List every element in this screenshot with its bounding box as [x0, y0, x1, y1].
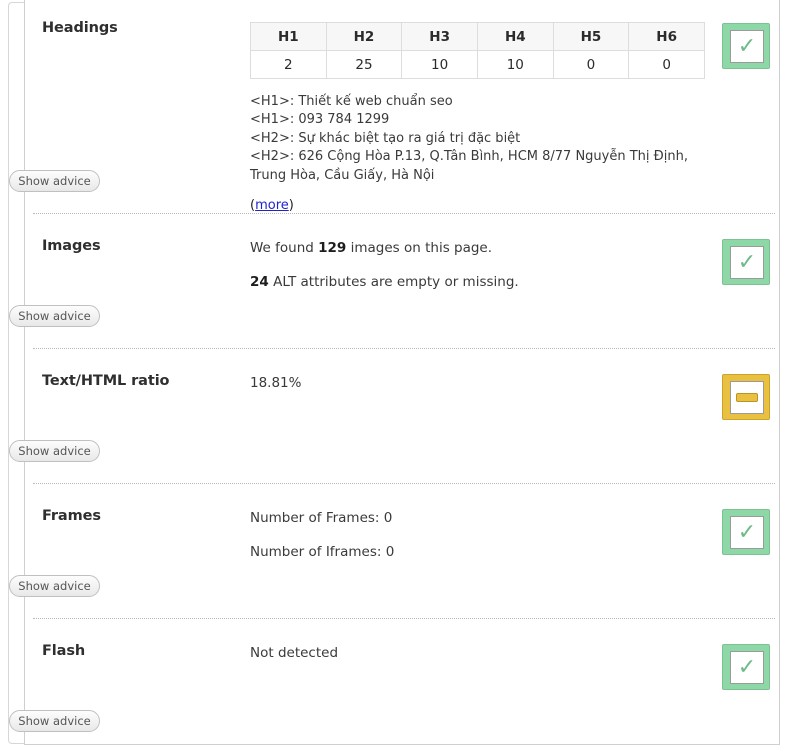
images-found-post: images on this page. [346, 240, 493, 256]
headings-count-table: H1 H2 H3 H4 H5 H6 2 25 10 10 0 0 [250, 22, 705, 79]
check-icon: ✓ [737, 249, 757, 275]
headings-detail-list-wrap: <H1>: Thiết kế web chuẩn seo <H1>: 093 7… [250, 93, 705, 213]
more-link[interactable]: more [255, 198, 289, 213]
seo-report-content: Headings H1 H2 H3 H4 H5 H6 2 25 10 10 0 … [0, 0, 797, 753]
images-alt-count: 24 [250, 274, 269, 291]
table-header-h3: H3 [401, 22, 478, 51]
table-value-row: 2 25 10 10 0 0 [250, 50, 705, 79]
status-inner-headings: ✓ [730, 30, 764, 63]
table-cell-h1: 2 [250, 50, 327, 79]
flash-value: Not detected [250, 645, 339, 661]
status-inner-images: ✓ [730, 246, 764, 279]
show-advice-button-text-html-ratio[interactable]: Show advice [9, 440, 100, 462]
status-badge-text-html-ratio [722, 374, 770, 420]
section-divider-2 [33, 348, 775, 349]
check-icon: ✓ [737, 33, 757, 59]
section-divider-1 [33, 213, 775, 214]
images-found-pre: We found [250, 240, 319, 256]
images-found-line: We found 129 images on this page. [250, 239, 705, 257]
headings-detail-list: <H1>: Thiết kế web chuẩn seo <H1>: 093 7… [250, 94, 688, 183]
section-title-text-html-ratio: Text/HTML ratio [42, 373, 170, 389]
images-alt-post: ALT attributes are empty or missing. [268, 274, 519, 291]
check-icon: ✓ [737, 519, 757, 545]
status-badge-flash: ✓ [722, 644, 770, 690]
table-cell-h2: 25 [325, 50, 403, 79]
table-header-h2: H2 [325, 22, 403, 51]
table-header-h1: H1 [250, 22, 327, 51]
more-paren-close: ) [288, 198, 294, 214]
iframes-count-line: Number of Iframes: 0 [250, 544, 395, 561]
frames-count-line: Number of Frames: 0 [250, 510, 393, 526]
status-inner-frames: ✓ [730, 516, 764, 549]
table-header-h4: H4 [476, 22, 554, 51]
status-inner-flash: ✓ [730, 651, 764, 684]
status-badge-headings: ✓ [722, 23, 770, 69]
table-cell-h3: 10 [401, 50, 478, 79]
section-divider-3 [33, 483, 775, 484]
images-alt-line: 24 ALT attributes are empty or missing. [250, 273, 705, 291]
status-badge-images: ✓ [722, 239, 770, 285]
show-advice-button-flash[interactable]: Show advice [9, 710, 100, 732]
table-header-row: H1 H2 H3 H4 H5 H6 [250, 22, 705, 51]
headings-table-wrap: H1 H2 H3 H4 H5 H6 2 25 10 10 0 0 [250, 22, 705, 79]
show-advice-button-images[interactable]: Show advice [9, 305, 100, 327]
text-html-ratio-body: 18.81% [250, 374, 705, 392]
table-cell-h4: 10 [476, 50, 554, 79]
table-cell-h6: 0 [628, 50, 705, 79]
section-title-frames: Frames [42, 508, 101, 524]
section-title-flash: Flash [42, 643, 86, 659]
table-header-h5: H5 [552, 22, 630, 51]
status-badge-frames: ✓ [722, 509, 770, 555]
frames-body: Number of Frames: 0 Number of Iframes: 0 [250, 509, 705, 561]
show-advice-button-frames[interactable]: Show advice [9, 575, 100, 597]
images-count: 129 [318, 240, 347, 256]
flash-body: Not detected [250, 644, 705, 662]
dash-icon [736, 393, 758, 402]
table-cell-h5: 0 [552, 50, 630, 79]
section-title-images: Images [42, 238, 101, 254]
status-inner-text-html-ratio [730, 381, 764, 414]
text-html-ratio-value: 18.81% [250, 375, 302, 391]
section-divider-4 [33, 618, 775, 619]
headings-more-line: (more) [250, 198, 705, 213]
table-header-h6: H6 [628, 22, 705, 51]
check-icon: ✓ [737, 654, 757, 680]
show-advice-button-headings[interactable]: Show advice [9, 170, 100, 192]
section-title-headings: Headings [42, 20, 118, 36]
images-body: We found 129 images on this page. 24 ALT… [250, 239, 705, 291]
